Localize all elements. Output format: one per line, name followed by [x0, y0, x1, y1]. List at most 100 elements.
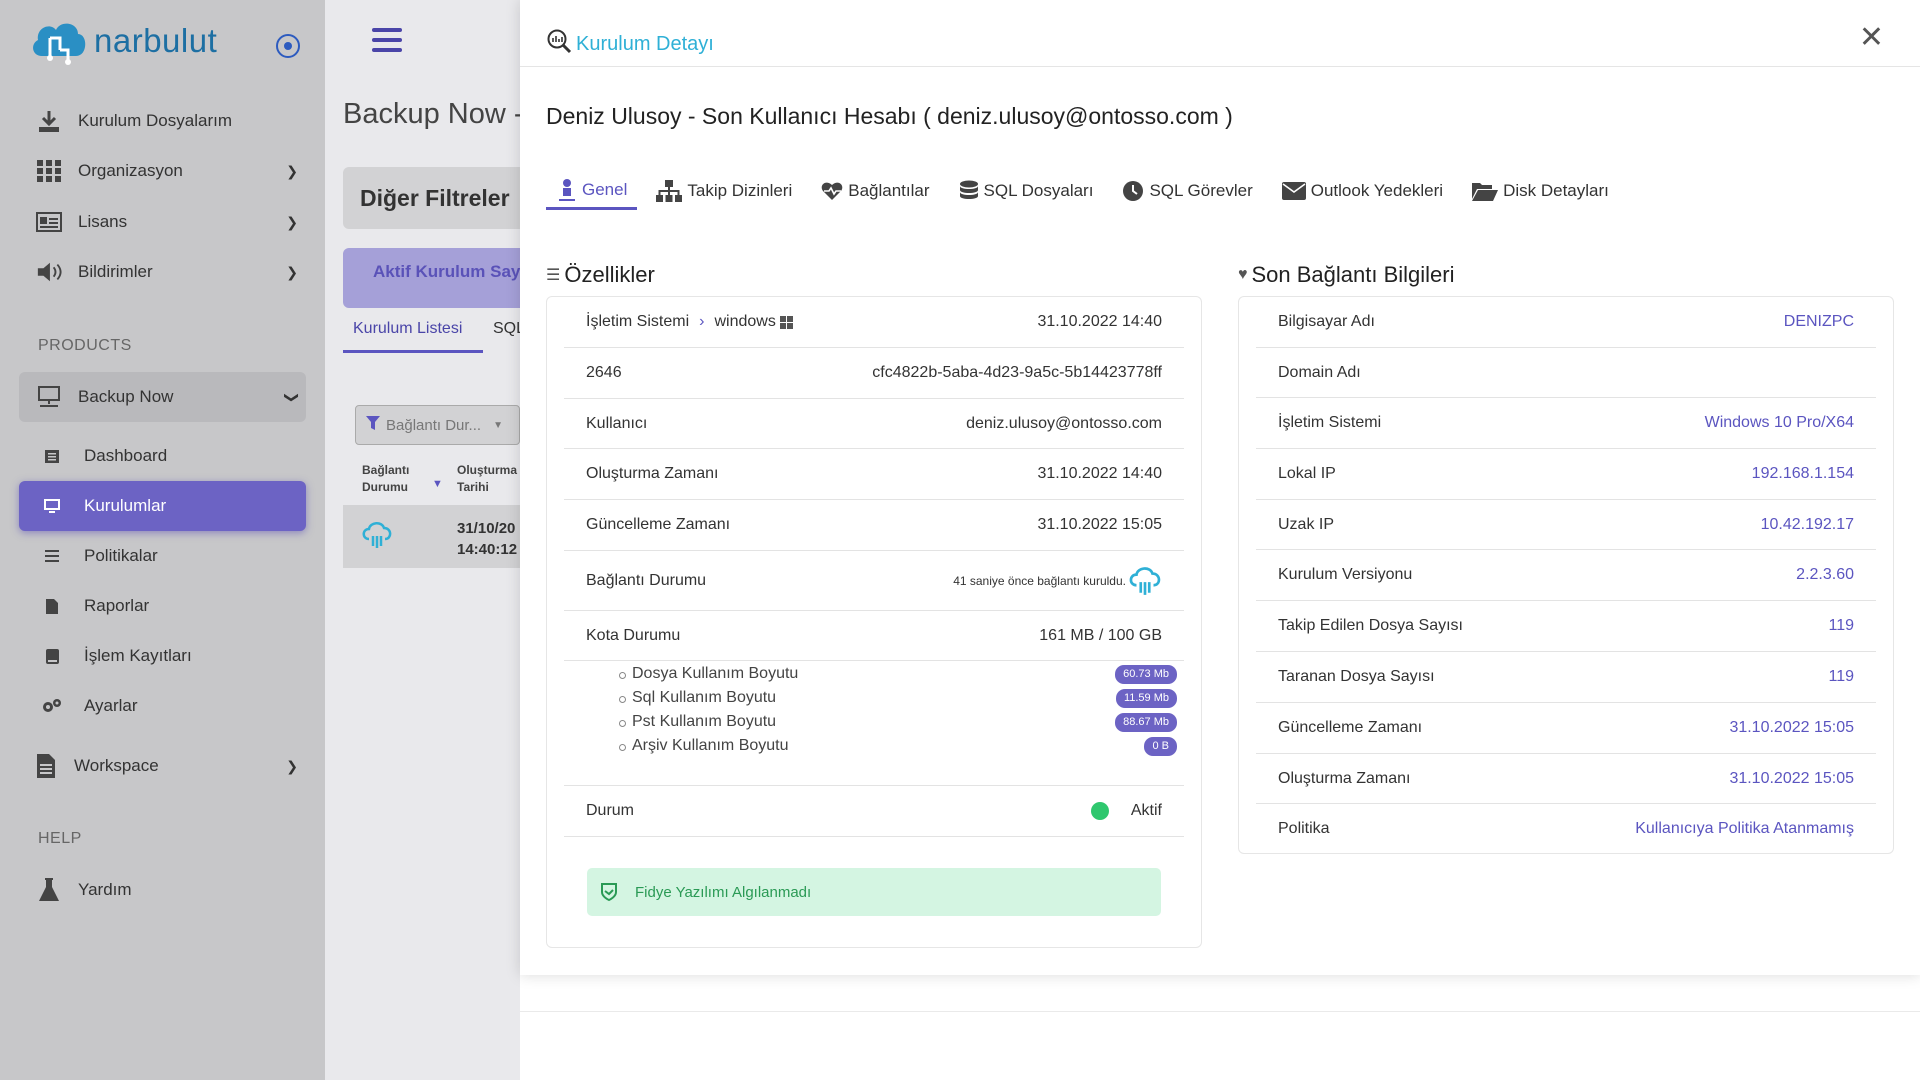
sidebar-item-label: Lisans [78, 212, 128, 231]
tab-sql-dosyalari[interactable]: SQL Dosyaları [948, 172, 1104, 210]
sidebar-item-lisans[interactable]: Lisans ❯ [36, 207, 298, 237]
sidebar-sub-dashboard[interactable]: Dashboard [42, 441, 167, 471]
sort-down-icon[interactable]: ▼ [432, 478, 443, 490]
logo[interactable]: narbulut [28, 16, 217, 66]
conn-row: Domain Adı [1256, 348, 1876, 398]
footer-divider [520, 1011, 1920, 1012]
sidebar-sub-kurulumlar[interactable]: Kurulumlar [42, 491, 166, 521]
list-item: Dosya Kullanım Boyutu [617, 662, 798, 686]
sidebar-item-bildirimler[interactable]: Bildirimler ❯ [36, 257, 298, 287]
sidebar-item-label: Workspace [74, 756, 159, 775]
sidebar-sub-raporlar[interactable]: Raporlar [42, 591, 149, 621]
list-item: Arşiv Kullanım Boyutu [617, 734, 798, 758]
sidebar-sub-label: Raporlar [84, 596, 150, 615]
download-icon [36, 110, 62, 132]
connection-info-card: Bilgisayar Adı DENIZPC Domain Adı İşletim… [1238, 296, 1894, 854]
tab-takip-dizinleri[interactable]: Takip Dizinleri [645, 172, 802, 210]
prop-row-created: Oluşturma Zamanı 31.10.2022 14:40 [564, 449, 1184, 500]
tab-baglantilar[interactable]: Bağlantılar [810, 172, 939, 210]
properties-title: ☰ Özellikler [546, 262, 655, 287]
size-badge: 88.67 Mb [1115, 713, 1177, 732]
sidebar-sub-label: Dashboard [84, 446, 168, 465]
modal-title-text: Kurulum Detayı [576, 32, 714, 55]
cloud-rain-icon [361, 519, 393, 556]
id-card-icon [36, 211, 62, 233]
section-label-help: HELP [38, 830, 82, 847]
os-date: 31.10.2022 14:40 [1037, 313, 1162, 330]
flask-icon [36, 878, 62, 901]
installation-detail-modal: Kurulum Detayı ✕ Deniz Ulusoy - Son Kull… [520, 0, 1920, 975]
quota-breakdown: Dosya Kullanım Boyutu Sql Kullanım Boyut… [617, 662, 798, 758]
detail-tabs: Genel Takip Dizinleri Bağlantılar SQL Do… [546, 172, 1627, 210]
sitemap-icon [656, 180, 683, 202]
sidebar: narbulut Kurulum Dosyalarım Organizasyon… [0, 0, 325, 1080]
column-header-connection[interactable]: Bağlantı Durumu [362, 462, 409, 496]
filter-card[interactable]: Diğer Filtreler [343, 167, 543, 229]
column-header-created[interactable]: Oluşturma Tarihi [457, 462, 517, 496]
windows-icon [779, 315, 793, 329]
sidebar-sub-label: Ayarlar [84, 696, 138, 715]
os-breadcrumb: İşletim Sistemi › windows [586, 313, 793, 331]
target-icon[interactable] [276, 34, 300, 58]
size-badge: 0 B [1144, 737, 1177, 756]
filter-icon [366, 416, 380, 434]
sidebar-item-backup-now[interactable]: Backup Now ❯ [36, 382, 301, 412]
tab-sql-gorevler[interactable]: SQL Görevler [1111, 172, 1262, 210]
hamburger-menu-icon[interactable] [372, 28, 402, 58]
chevron-right-icon: ❯ [286, 162, 298, 179]
connection-info-title: ♥ Son Bağlantı Bilgileri [1238, 262, 1455, 287]
conn-row: İşletim Sistemi Windows 10 Pro/X64 [1256, 398, 1876, 449]
conn-row: Takip Edilen Dosya Sayısı 119 [1256, 601, 1876, 652]
conn-row: Bilgisayar Adı DENIZPC [1256, 297, 1876, 348]
sidebar-sub-label: Politikalar [84, 546, 158, 565]
user-email: deniz.ulusoy@ontosso.com [966, 414, 1162, 432]
sidebar-item-label: Yardım [78, 880, 132, 899]
desktop-icon [42, 499, 62, 513]
chevron-right-icon: ❯ [286, 213, 298, 230]
chevron-down-icon: ❯ [284, 391, 301, 403]
sidebar-item-organizasyon[interactable]: Organizasyon ❯ [36, 156, 298, 186]
lines-icon [42, 550, 62, 562]
sidebar-item-workspace[interactable]: Workspace ❯ [36, 751, 298, 781]
speaker-icon [36, 261, 62, 283]
folder-open-icon [1472, 181, 1499, 201]
size-badge: 60.73 Mb [1115, 665, 1177, 684]
tab-outlook-yedekleri[interactable]: Outlook Yedekleri [1271, 172, 1453, 210]
envelope-icon [1281, 182, 1306, 200]
conn-row: Politika Kullanıcıya Politika Atanmamış [1278, 820, 1854, 837]
properties-card: İşletim Sistemi › windows 31.10.2022 14:… [546, 296, 1202, 948]
prop-row-status: Durum Aktif [564, 786, 1184, 837]
conn-row: Uzak IP 10.42.192.17 [1256, 500, 1876, 550]
caret-down-icon: ▼ [493, 419, 503, 431]
sidebar-sub-islem-kayitlari[interactable]: İşlem Kayıtları [42, 641, 192, 671]
connection-status-filter[interactable]: Bağlantı Dur... ▼ [355, 405, 520, 445]
filter-placeholder: Bağlantı Dur... [386, 416, 482, 434]
footer-area [520, 975, 1920, 1080]
conn-row: Kurulum Versiyonu 2.2.3.60 [1256, 550, 1876, 601]
sidebar-item-label: Organizasyon [78, 161, 183, 180]
close-button[interactable]: ✕ [1859, 23, 1884, 53]
document-icon [36, 754, 56, 778]
status-badge: Aktif [1130, 802, 1162, 819]
prop-row-updated: Güncelleme Zamanı 31.10.2022 15:05 [564, 500, 1184, 551]
section-label-products: PRODUCTS [38, 337, 132, 354]
modal-title: Kurulum Detayı [546, 28, 714, 60]
conn-row: Güncelleme Zamanı 31.10.2022 15:05 [1256, 703, 1876, 754]
tab-kurulum-listesi[interactable]: Kurulum Listesi [343, 320, 483, 353]
sidebar-sub-politikalar[interactable]: Politikalar [42, 541, 158, 571]
active-count-card: Aktif Kurulum Sayı [343, 248, 543, 308]
prop-row-connection: Bağlantı Durumu 41 saniye önce bağlantı … [564, 551, 1184, 611]
prop-row-user: Kullanıcı deniz.ulusoy@ontosso.com [564, 399, 1184, 449]
heart-icon: ♥ [1238, 266, 1248, 283]
logo-text: narbulut [94, 22, 218, 59]
sidebar-item-kurulum-dosyalarim[interactable]: Kurulum Dosyalarım [36, 106, 298, 136]
prop-row-os: İşletim Sistemi › windows 31.10.2022 14:… [564, 297, 1184, 348]
sidebar-sub-ayarlar[interactable]: Ayarlar [42, 691, 138, 721]
search-chart-icon [546, 28, 572, 60]
list-tabs: Kurulum Listesi SQL [343, 320, 525, 353]
tab-disk-detaylari[interactable]: Disk Detayları [1461, 172, 1619, 210]
sidebar-item-yardim[interactable]: Yardım [36, 875, 298, 905]
gears-icon [42, 698, 62, 714]
shield-check-icon [599, 882, 619, 902]
tab-genel[interactable]: Genel [546, 172, 638, 210]
